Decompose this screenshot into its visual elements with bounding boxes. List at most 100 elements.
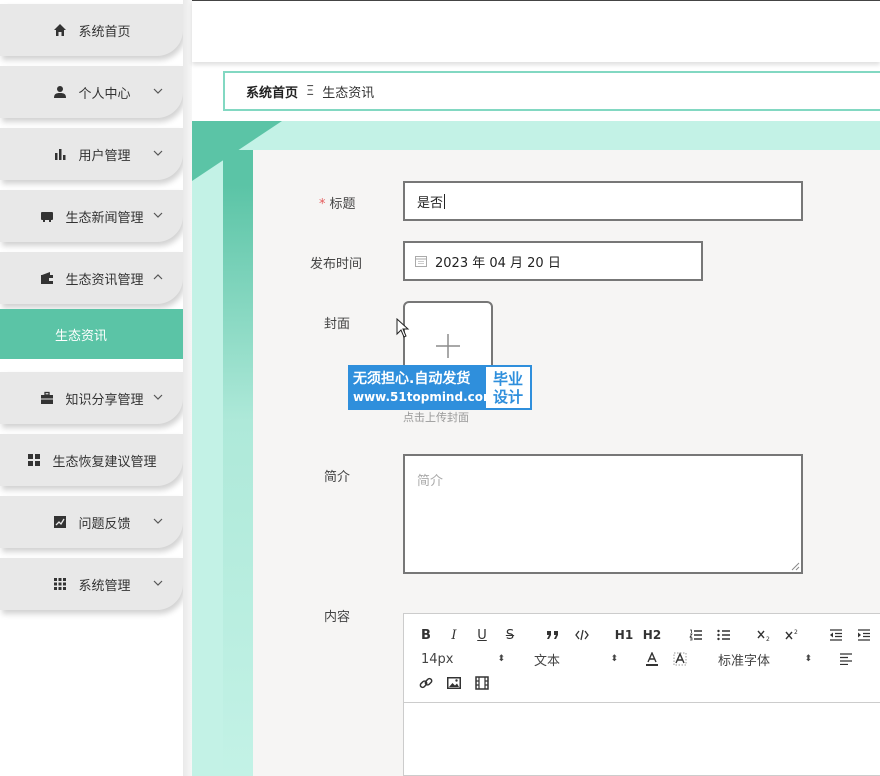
trend-icon: [52, 514, 68, 530]
sidebar-item-restoration-advice[interactable]: 生态恢复建议管理: [0, 434, 183, 486]
image-icon[interactable]: [446, 674, 462, 692]
paragraph-select[interactable]: 文本 ⬍: [534, 650, 618, 669]
title-input[interactable]: 是否: [403, 181, 803, 221]
sidebar-item-info-management[interactable]: 生态资讯管理: [0, 252, 183, 304]
outdent-icon[interactable]: [828, 626, 844, 644]
font-family-value: 标准字体: [718, 653, 771, 669]
strike-button[interactable]: S: [503, 626, 517, 644]
breadcrumb-separator: Ξ: [306, 83, 315, 99]
indent-icon[interactable]: [856, 626, 872, 644]
summary-label: 简介: [324, 470, 351, 485]
user-icon: [52, 84, 68, 100]
wallet-icon: [39, 270, 55, 286]
title-input-value: 是否: [417, 195, 444, 211]
title-label: * 标题: [319, 193, 356, 212]
grid-icon: [26, 452, 42, 468]
chevron-down-icon: [153, 394, 163, 400]
required-mark: *: [319, 197, 326, 212]
select-arrow-icon: ⬍: [804, 654, 812, 664]
font-family-select[interactable]: 标准字体 ⬍: [718, 650, 812, 669]
sidebar-item-label: 个人中心: [78, 86, 131, 102]
font-size-value: 14px: [421, 651, 454, 667]
sidebar-item-feedback[interactable]: 问题反馈: [0, 496, 183, 548]
blockquote-icon[interactable]: [545, 626, 561, 644]
sidebar-item-label: 生态新闻管理: [65, 210, 144, 226]
sidebar-item-system-management[interactable]: 系统管理: [0, 558, 183, 610]
select-arrow-icon: ⬍: [497, 654, 505, 664]
date-picker-input[interactable]: 2023 年 04 月 20 日: [403, 241, 703, 281]
watermark-right1: 毕业: [492, 369, 523, 388]
sidebar-divider: [183, 0, 192, 776]
sidebar-item-label: 生态资讯管理: [65, 272, 144, 288]
watermark-line1: 无须担心.自动发货: [353, 371, 471, 387]
breadcrumb: 系统首页 Ξ 生态资讯: [223, 71, 880, 111]
breadcrumb-home[interactable]: 系统首页: [246, 82, 298, 101]
date-label: 发布时间: [310, 257, 363, 272]
svg-text:2: 2: [794, 629, 798, 636]
calendar-icon: [415, 256, 427, 267]
watermark-right2: 设计: [492, 387, 523, 406]
sidebar-item-knowledge-sharing[interactable]: 知识分享管理: [0, 372, 183, 424]
italic-button[interactable]: I: [447, 626, 461, 644]
svg-text:2: 2: [766, 636, 770, 641]
ordered-list-icon[interactable]: [688, 626, 704, 644]
chevron-down-icon: [153, 518, 163, 524]
title-label-text: 标题: [329, 197, 356, 212]
chevron-down-icon: [153, 212, 163, 218]
subscript-icon[interactable]: 2: [756, 626, 774, 644]
video-icon[interactable]: [474, 674, 490, 692]
sidebar-item-label: 用户管理: [78, 148, 131, 164]
breadcrumb-current: 生态资讯: [322, 85, 375, 101]
plus-icon: [436, 334, 460, 358]
underline-button[interactable]: U: [475, 626, 489, 644]
link-icon[interactable]: [418, 674, 434, 692]
background-color-icon[interactable]: [672, 650, 688, 668]
sidebar-item-home[interactable]: 系统首页: [0, 4, 183, 56]
decorative-strip-fade: [223, 185, 253, 776]
chevron-down-icon: [153, 88, 163, 94]
chevron-down-icon: [153, 580, 163, 586]
resize-handle-icon[interactable]: [791, 562, 800, 571]
sidebar-item-label: 知识分享管理: [65, 392, 144, 408]
sidebar-subitem-ecology-info[interactable]: 生态资讯: [0, 309, 183, 359]
sidebar-item-label: 系统管理: [78, 578, 131, 594]
chevron-down-icon: [153, 150, 163, 156]
sidebar-subitem-label: 生态资讯: [55, 328, 108, 344]
summary-textarea[interactable]: 简介: [403, 454, 803, 574]
editor-toolbar: B I U S H1 H2 2 2 14px ⬍ 文本 ⬍ 标准字体 ⬍: [404, 614, 880, 703]
heading2-button[interactable]: H2: [642, 626, 662, 644]
code-icon[interactable]: [574, 626, 590, 644]
watermark-line2: www.51topmind.com: [353, 390, 496, 404]
content-label: 内容: [324, 610, 351, 625]
sidebar-item-label: 生态恢复建议管理: [52, 454, 157, 470]
select-arrow-icon: ⬍: [610, 654, 618, 664]
align-icon[interactable]: [838, 650, 854, 668]
superscript-icon[interactable]: 2: [784, 626, 802, 644]
news-icon: [39, 208, 55, 224]
sidebar-item-news-management[interactable]: 生态新闻管理: [0, 190, 183, 242]
paragraph-value: 文本: [534, 653, 561, 669]
home-icon: [52, 22, 68, 38]
sidebar-item-label: 系统首页: [78, 24, 131, 40]
sidebar: 系统首页 个人中心 用户管理 生态新闻管理 生态资讯管理 生态资讯 知识分享管理…: [0, 0, 192, 776]
sidebar-item-personal-center[interactable]: 个人中心: [0, 66, 183, 118]
watermark-badge: 无须担心.自动发货 www.51topmind.com 毕业 设计: [348, 365, 532, 410]
apps-icon: [52, 576, 68, 592]
mouse-cursor-icon: [396, 318, 410, 338]
chevron-up-icon: [153, 274, 163, 280]
upload-hint: 点击上传封面: [403, 411, 469, 424]
date-input-value: 2023 年 04 月 20 日: [435, 255, 561, 271]
cover-label: 封面: [324, 317, 351, 332]
bar-chart-icon: [52, 146, 68, 162]
sidebar-item-user-management[interactable]: 用户管理: [0, 128, 183, 180]
rich-text-editor[interactable]: B I U S H1 H2 2 2 14px ⬍ 文本 ⬍ 标准字体 ⬍: [403, 613, 880, 776]
bullet-list-icon[interactable]: [716, 626, 732, 644]
top-header: [192, 0, 880, 62]
briefcase-icon: [39, 390, 55, 406]
heading1-button[interactable]: H1: [614, 626, 634, 644]
font-color-icon[interactable]: [644, 650, 660, 668]
sidebar-item-label: 问题反馈: [78, 516, 131, 532]
bold-button[interactable]: B: [419, 626, 433, 644]
summary-placeholder: 简介: [417, 474, 444, 489]
font-size-select[interactable]: 14px ⬍: [421, 650, 505, 668]
